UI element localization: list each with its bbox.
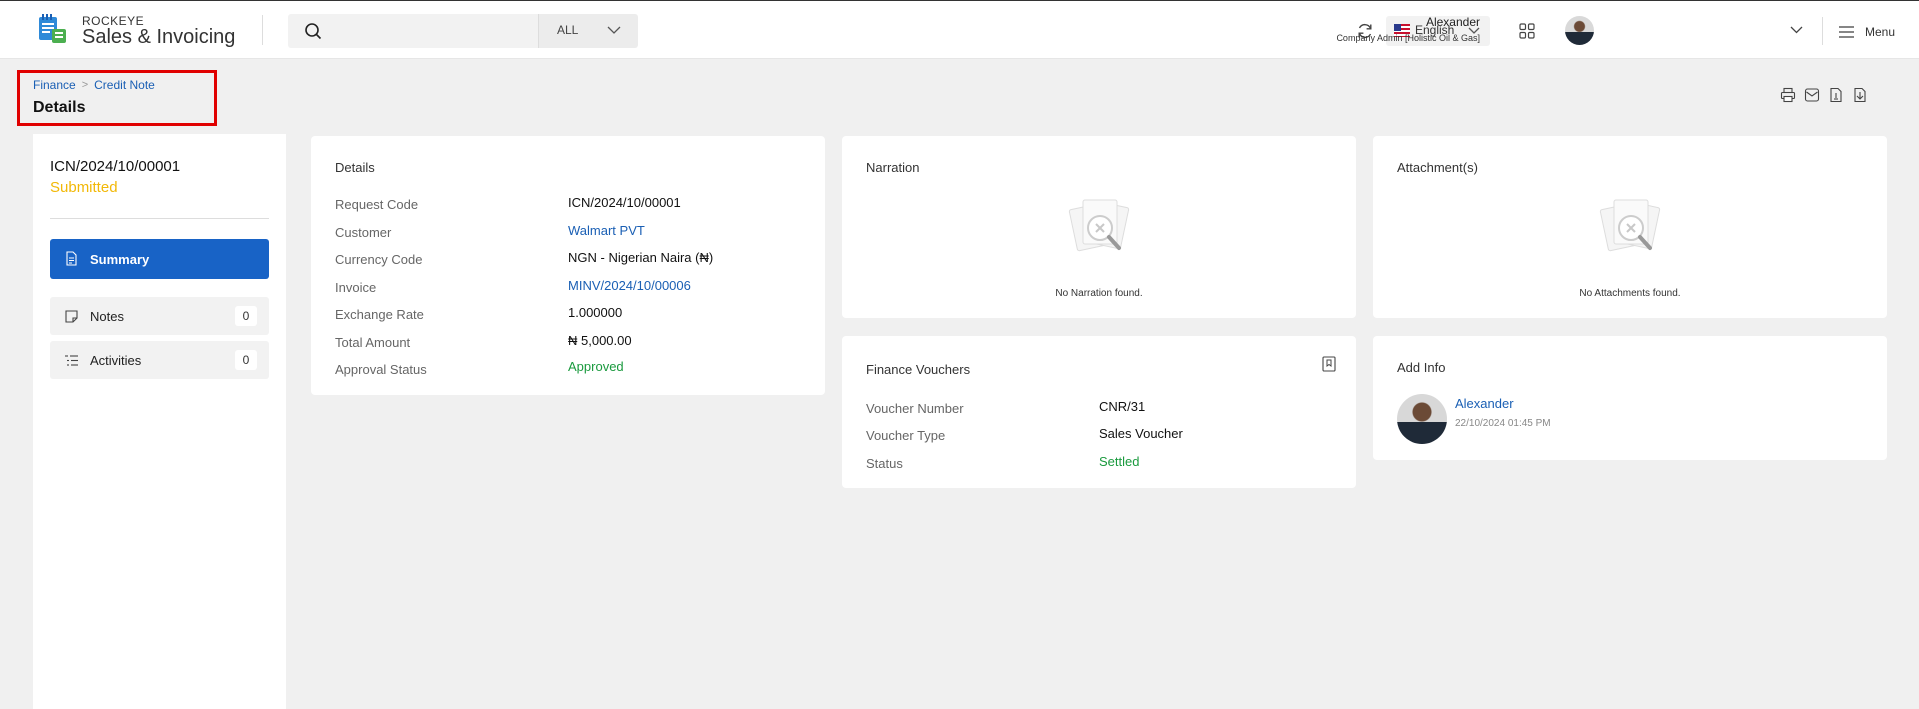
details-title: Details [335, 160, 375, 175]
page-actions [1780, 87, 1868, 103]
search-scope-label: ALL [557, 23, 579, 37]
breadcrumb-item-finance[interactable]: Finance [33, 78, 76, 92]
voucher-number-value: CNR/31 [1099, 399, 1146, 414]
attachments-card: Attachment(s) No Attachments found. [1373, 136, 1887, 318]
nav-activities-label: Activities [90, 353, 142, 368]
brand-name: Sales & Invoicing [82, 26, 236, 48]
search-icon[interactable] [304, 22, 322, 40]
nav-summary[interactable]: Summary [50, 239, 269, 279]
empty-search-icon [1599, 199, 1661, 252]
invoice-link[interactable]: MINV/2024/10/00006 [568, 278, 691, 293]
breadcrumb-item-credit-note[interactable]: Credit Note [94, 78, 155, 92]
finance-vouchers-card: Finance Vouchers Voucher Number CNR/31 V… [842, 336, 1356, 488]
attachments-empty-text: No Attachments found. [1579, 288, 1681, 299]
chevron-down-icon [607, 26, 621, 34]
narration-card: Narration No Narration found. [842, 136, 1356, 318]
currency-code-label: Currency Code [335, 252, 423, 267]
voucher-type-label: Voucher Type [866, 428, 946, 443]
request-code-value: ICN/2024/10/00001 [568, 195, 681, 210]
exchange-rate-value: 1.000000 [568, 305, 623, 320]
details-card: Details Request Code ICN/2024/10/00001 C… [311, 136, 825, 395]
voucher-type-value: Sales Voucher [1099, 426, 1183, 441]
creator-avatar [1397, 394, 1447, 444]
approval-status-value: Approved [568, 359, 624, 374]
email-icon[interactable] [1804, 87, 1820, 103]
search-box[interactable] [288, 14, 538, 48]
search-input[interactable] [332, 14, 532, 48]
nav-summary-label: Summary [90, 252, 150, 267]
nav-activities[interactable]: Activities 0 [50, 341, 269, 379]
narration-empty-text: No Narration found. [1055, 288, 1143, 299]
record-sidebar: ICN/2024/10/00001 Submitted Summary Note… [33, 134, 286, 709]
total-amount-label: Total Amount [335, 335, 411, 350]
voucher-status-value: Settled [1099, 454, 1140, 469]
nav-notes[interactable]: Notes 0 [50, 297, 269, 335]
customer-label: Customer [335, 225, 392, 240]
notes-count-badge: 0 [235, 306, 257, 326]
menu-label: Menu [1865, 25, 1896, 39]
exchange-rate-label: Exchange Rate [335, 307, 424, 322]
chevron-down-icon[interactable] [1790, 25, 1803, 34]
voucher-bookmark-icon[interactable] [1322, 356, 1336, 372]
app-logo-icon [39, 14, 66, 43]
total-amount-value: ₦ 5,000.00 [568, 333, 632, 348]
record-status: Submitted [50, 179, 118, 196]
export-document-icon[interactable] [1852, 87, 1868, 103]
activities-icon [65, 355, 78, 366]
customer-link[interactable]: Walmart PVT [568, 223, 645, 238]
currency-code-value: NGN - Nigerian Naira (₦) [568, 250, 714, 265]
search-scope-dropdown[interactable]: ALL [538, 14, 638, 48]
creator-name-link[interactable]: Alexander [1455, 396, 1514, 411]
add-info-card: Add Info Alexander 22/10/2024 01:45 PM [1373, 336, 1887, 460]
invoice-label: Invoice [335, 280, 377, 295]
narration-title: Narration [866, 160, 920, 175]
created-timestamp: 22/10/2024 01:45 PM [1455, 418, 1551, 429]
voucher-number-label: Voucher Number [866, 401, 964, 416]
menu-button[interactable]: Menu [1838, 23, 1895, 41]
apps-grid-icon[interactable] [1519, 23, 1535, 39]
user-name[interactable]: Alexander [1426, 15, 1480, 29]
breadcrumb: Finance > Credit Note [33, 78, 155, 92]
add-info-title: Add Info [1397, 360, 1446, 375]
attachments-title: Attachment(s) [1397, 160, 1478, 175]
sidebar-divider [50, 218, 269, 219]
nav-notes-label: Notes [90, 309, 124, 324]
top-header: ROCKEYE Sales & Invoicing ALL English Al… [0, 0, 1919, 59]
empty-search-icon [1068, 199, 1130, 252]
summary-icon [66, 251, 77, 266]
document-icon[interactable] [1828, 87, 1844, 103]
approval-status-label: Approval Status [335, 362, 427, 377]
page-title: Details [33, 99, 86, 116]
user-avatar[interactable] [1565, 16, 1594, 45]
header-divider [262, 15, 263, 45]
breadcrumb-separator: > [81, 79, 89, 91]
print-icon[interactable] [1780, 87, 1796, 103]
activities-count-badge: 0 [235, 350, 257, 370]
notes-icon [65, 310, 78, 323]
header-divider [1822, 17, 1823, 45]
voucher-status-label: Status [866, 456, 903, 471]
user-role[interactable]: Company Admin [Holistic Oil & Gas] [1336, 33, 1480, 43]
record-code: ICN/2024/10/00001 [50, 158, 181, 175]
hamburger-icon [1839, 26, 1854, 38]
finance-vouchers-title: Finance Vouchers [866, 362, 971, 377]
request-code-label: Request Code [335, 197, 419, 212]
